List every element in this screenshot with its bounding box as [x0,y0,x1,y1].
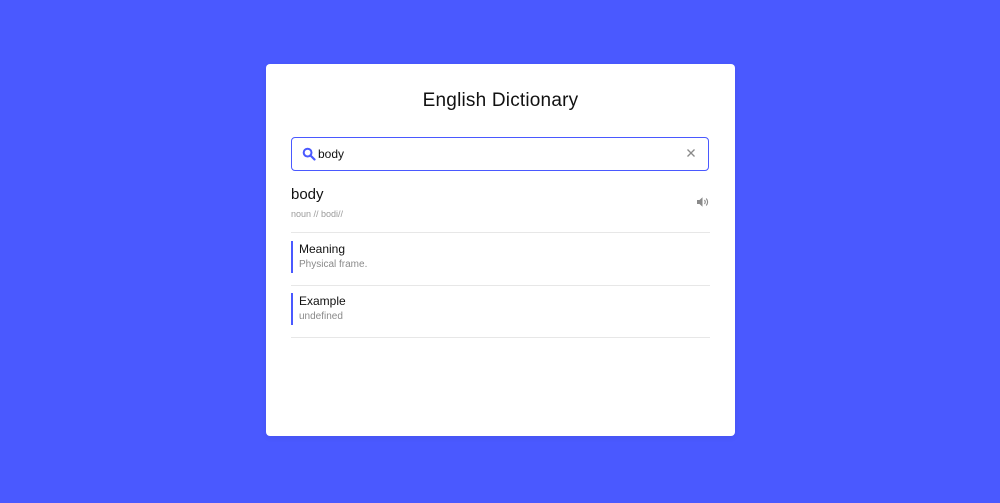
word-details: body noun // bodi// [291,184,710,233]
meaning-text: Physical frame. [299,259,368,270]
example-heading: Example [299,294,346,308]
phonetic-text: noun // bodi// [291,209,344,219]
example-section: Example undefined [291,285,710,338]
speaker-icon[interactable] [696,195,710,207]
result-word: body [291,186,324,203]
meaning-heading: Meaning [299,242,346,256]
meaning-accent-bar [291,241,293,273]
search-box[interactable] [291,137,709,171]
example-text: undefined [299,311,343,322]
page-title: English Dictionary [422,90,579,111]
search-icon [302,147,316,161]
example-accent-bar [291,293,293,325]
meaning-section: Meaning Physical frame. [291,233,710,286]
search-input[interactable] [318,142,678,166]
close-icon[interactable] [684,146,698,160]
dictionary-card: English Dictionary body noun // bodi// [266,64,735,436]
